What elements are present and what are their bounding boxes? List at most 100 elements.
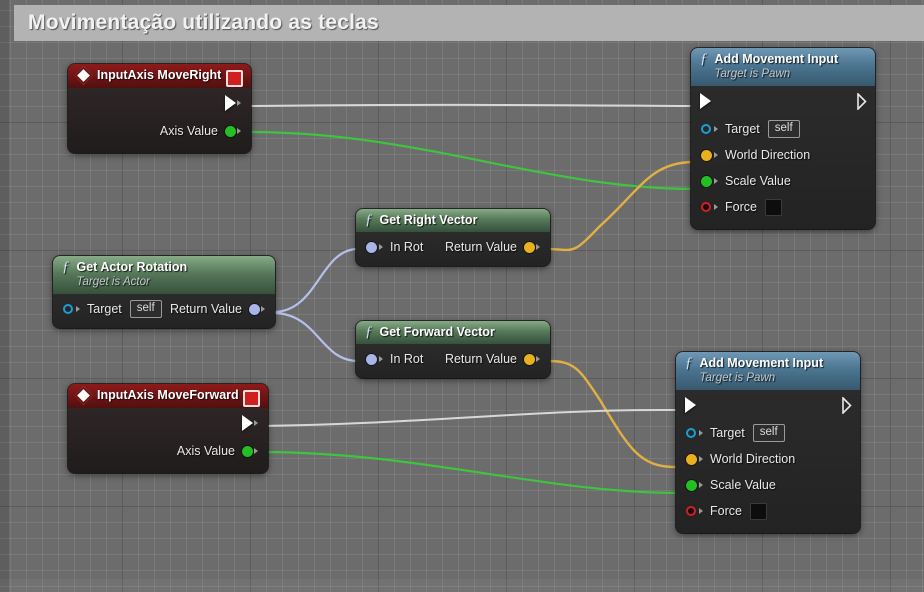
node-header: ƒ Add Movement Input Target is Pawn [691,48,875,86]
pin-row-target[interactable]: Target self [691,116,875,142]
pin-row-axis-value[interactable]: Axis Value [68,118,251,144]
pin-target[interactable] [63,304,73,314]
pin-return-value[interactable] [249,303,260,315]
function-f-icon: ƒ [365,324,373,340]
pin-world-direction[interactable] [701,149,712,161]
force-checkbox[interactable] [749,502,767,520]
function-f-icon: ƒ [365,212,373,228]
pin-target-connector-icon [699,430,703,436]
pin-label-axis-value: Axis Value [176,444,235,458]
function-f-icon: ƒ [700,51,708,67]
force-checkbox[interactable] [764,198,782,216]
pin-return-value[interactable] [524,353,535,365]
pin-label-return-value: Return Value [444,240,517,254]
pin-row-target[interactable]: Target self Return Value [53,294,275,324]
target-value-field[interactable]: self [752,424,785,442]
event-diamond-icon [74,386,93,405]
pin-label-in-rot: In Rot [390,352,424,366]
node-input-axis-move-right[interactable]: InputAxis MoveRight Axis Value [68,64,251,153]
pin-in-rot[interactable] [366,241,377,253]
function-f-icon: ƒ [62,259,70,275]
pin-force[interactable] [701,202,711,212]
event-diamond-icon [74,66,93,85]
pin-label-scale-value: Scale Value [710,478,776,492]
node-header: InputAxis MoveRight [68,64,251,88]
pin-row-in-rot[interactable]: In Rot Return Value [356,344,550,374]
exec-out-arrow-icon[interactable] [842,397,852,414]
node-get-forward-vector[interactable]: ƒ Get Forward Vector In Rot Return Value [356,321,550,378]
pin-row-exec[interactable] [691,86,875,116]
pin-row-exec-out[interactable] [68,88,251,118]
node-title: InputAxis MoveForward [97,388,239,402]
pin-axis-value[interactable] [242,445,253,457]
node-body: Axis Value [68,88,251,153]
pin-target[interactable] [701,124,711,134]
node-body: In Rot Return Value [356,232,550,266]
pin-row-target[interactable]: Target self [676,420,860,446]
pin-row-world-direction[interactable]: World Direction [676,446,860,472]
page-title: Movimentação utilizando as teclas [28,11,379,34]
node-title: InputAxis MoveRight [97,68,222,82]
node-subtitle: Target is Actor [76,276,150,288]
pin-scale-value[interactable] [686,479,697,491]
exec-in-arrow-icon[interactable] [685,397,696,413]
pin-label-axis-value: Axis Value [159,124,218,138]
pin-label-return-value: Return Value [444,352,517,366]
exec-out-connector-icon [237,100,241,106]
node-add-movement-input-bottom[interactable]: ƒ Add Movement Input Target is Pawn Targ… [676,352,860,533]
pin-row-in-rot[interactable]: In Rot Return Value [356,232,550,262]
pin-return-value-connector-icon [536,356,540,362]
pin-label-target: Target [87,302,122,316]
node-body: Target self World Direction Scale Value … [676,390,860,533]
pin-return-value-connector-icon [536,244,540,250]
node-get-actor-rotation[interactable]: ƒ Get Actor Rotation Target is Actor Tar… [53,256,275,328]
pin-row-scale-value[interactable]: Scale Value [691,168,875,194]
pin-return-value[interactable] [524,241,535,253]
pin-in-rot[interactable] [366,353,377,365]
node-body: In Rot Return Value [356,344,550,378]
pin-label-scale-value: Scale Value [725,174,791,188]
pin-row-exec[interactable] [676,390,860,420]
node-header: ƒ Add Movement Input Target is Pawn [676,352,860,390]
pin-force-connector-icon [699,508,703,514]
pin-row-axis-value[interactable]: Axis Value [68,438,268,464]
pin-label-in-rot: In Rot [390,240,424,254]
pin-force[interactable] [686,506,696,516]
node-title: Get Right Vector [379,213,478,227]
node-get-right-vector[interactable]: ƒ Get Right Vector In Rot Return Value [356,209,550,266]
pin-row-world-direction[interactable]: World Direction [691,142,875,168]
target-value-field[interactable]: self [129,300,162,318]
exec-out-arrow-icon[interactable] [857,93,867,110]
node-title: Add Movement Input [714,52,839,66]
delete-badge-icon[interactable] [243,390,260,407]
pin-axis-value-connector-icon [237,128,241,134]
node-input-axis-move-forward[interactable]: InputAxis MoveForward Axis Value [68,384,268,473]
pin-force-connector-icon [714,204,718,210]
delete-badge-icon[interactable] [226,70,243,87]
pin-world-direction-connector-icon [699,456,703,462]
pin-world-direction-connector-icon [714,152,718,158]
pin-row-force[interactable]: Force [676,498,860,524]
pin-axis-value[interactable] [225,125,236,137]
pin-scale-value[interactable] [701,175,712,187]
node-add-movement-input-top[interactable]: ƒ Add Movement Input Target is Pawn Targ… [691,48,875,229]
pin-label-force: Force [710,504,742,518]
node-title: Add Movement Input [699,356,824,370]
node-header: InputAxis MoveForward [68,384,268,408]
node-header: ƒ Get Right Vector [356,209,550,232]
pin-return-value-connector-icon [261,306,265,312]
pin-world-direction[interactable] [686,453,697,465]
pin-label-world-direction: World Direction [725,148,811,162]
pin-target-connector-icon [76,306,80,312]
pin-row-exec-out[interactable] [68,408,268,438]
exec-out-arrow-icon[interactable] [242,415,253,431]
pin-label-force: Force [725,200,757,214]
exec-out-arrow-icon[interactable] [225,95,236,111]
pin-target[interactable] [686,428,696,438]
node-header: ƒ Get Actor Rotation Target is Actor [53,256,275,294]
pin-scale-value-connector-icon [714,178,718,184]
pin-row-scale-value[interactable]: Scale Value [676,472,860,498]
pin-row-force[interactable]: Force [691,194,875,220]
target-value-field[interactable]: self [767,120,800,138]
exec-in-arrow-icon[interactable] [700,93,711,109]
